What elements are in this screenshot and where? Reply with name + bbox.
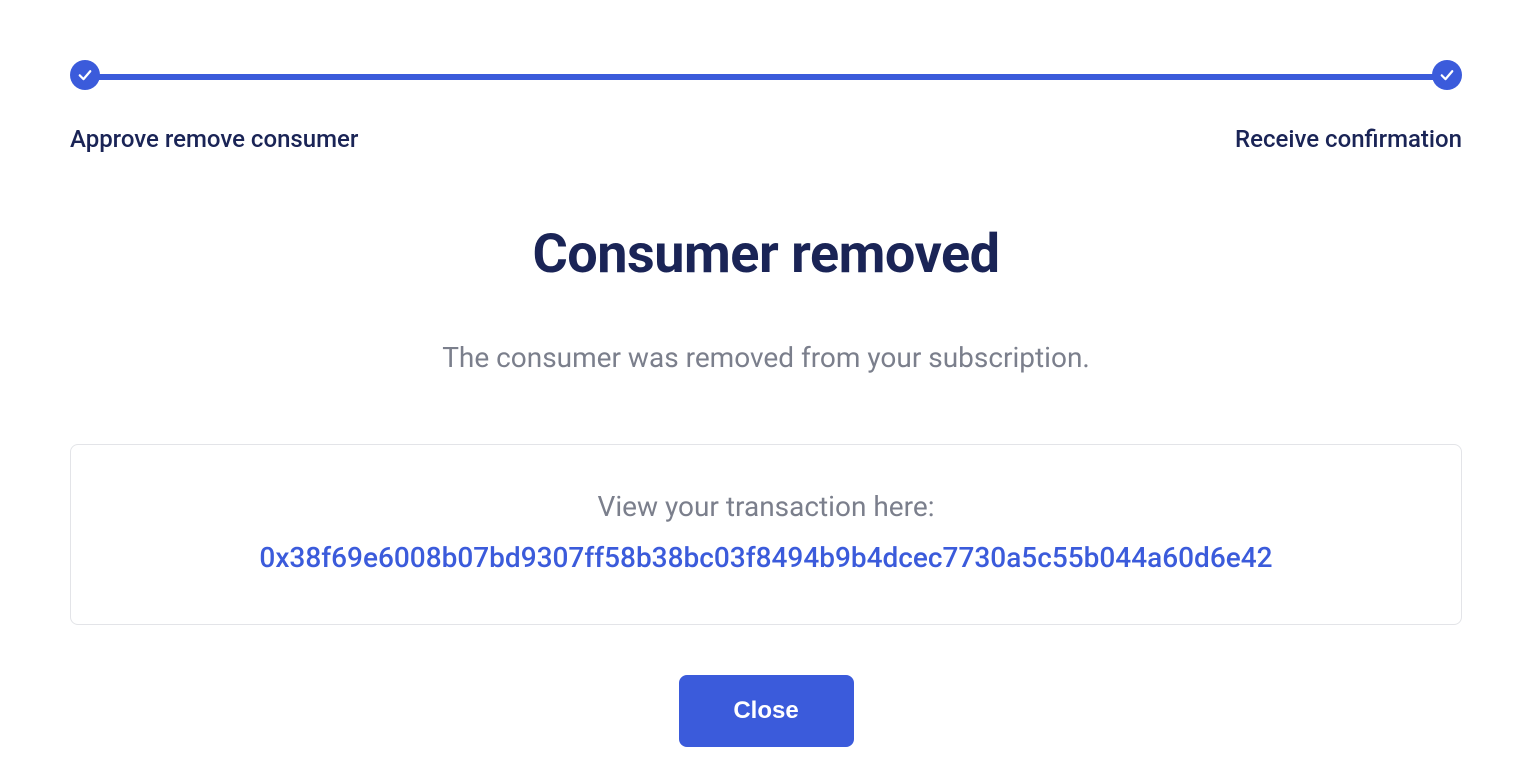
- step-node-confirm: [1432, 60, 1462, 90]
- page-title: Consumer removed: [70, 223, 1462, 286]
- transaction-label: View your transaction here:: [101, 490, 1431, 523]
- step-label-confirm: Receive confirmation: [1235, 125, 1462, 153]
- stepper: Approve remove consumer Receive confirma…: [70, 60, 1462, 153]
- step-label-approve: Approve remove consumer: [70, 125, 358, 153]
- page-subtext: The consumer was removed from your subsc…: [70, 341, 1462, 374]
- close-button[interactable]: Close: [679, 675, 854, 747]
- stepper-nodes: [70, 60, 1462, 90]
- transaction-hash-link[interactable]: 0x38f69e6008b07bd9307ff58b38bc03f8494b9b…: [259, 541, 1272, 574]
- step-node-approve: [70, 60, 100, 90]
- button-row: Close: [70, 675, 1462, 747]
- check-icon: [1438, 66, 1456, 84]
- stepper-labels: Approve remove consumer Receive confirma…: [70, 125, 1462, 153]
- transaction-box: View your transaction here: 0x38f69e6008…: [70, 444, 1462, 625]
- main-content: Consumer removed The consumer was remove…: [70, 223, 1462, 747]
- check-icon: [76, 66, 94, 84]
